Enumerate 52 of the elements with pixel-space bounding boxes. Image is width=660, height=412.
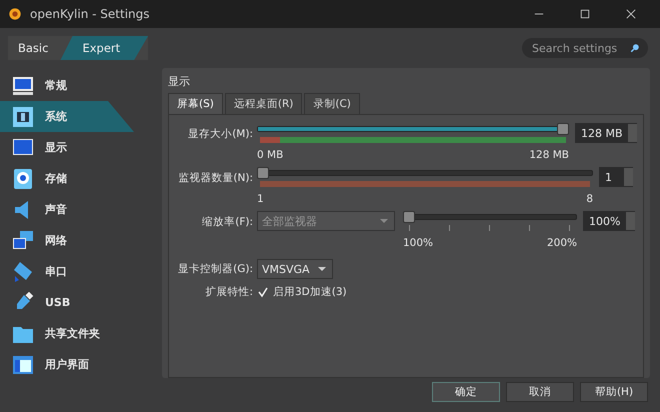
spin-box[interactable]: 100% xyxy=(583,211,635,231)
monitor-icon xyxy=(12,74,34,96)
search-field[interactable]: Search settings xyxy=(522,38,648,58)
slider-track[interactable] xyxy=(257,123,569,135)
dialog-button[interactable]: 确定 xyxy=(432,382,500,402)
dialog-button[interactable]: 取消 xyxy=(506,382,574,402)
caret-icon xyxy=(380,219,388,223)
max-label: 128 MB xyxy=(529,149,569,163)
mode-tab[interactable]: Basic xyxy=(8,36,60,60)
min-label: 100% xyxy=(403,237,434,251)
tab[interactable]: 远程桌面(R) xyxy=(224,93,302,114)
search-icon xyxy=(630,43,640,53)
sidebar-item[interactable]: 网络 xyxy=(0,225,160,256)
sidebar-item[interactable]: 常规 xyxy=(0,70,160,101)
spin-box[interactable]: 128 MB xyxy=(575,123,637,143)
field-label: 缩放率(F): xyxy=(201,215,254,229)
mode-tab[interactable]: Expert xyxy=(60,36,148,60)
field-label: 扩展特性: xyxy=(204,285,254,299)
field-label: 监视器数量(N): xyxy=(177,171,254,185)
sidebar-item[interactable]: 串口 xyxy=(0,256,160,287)
slider-track[interactable] xyxy=(403,211,577,223)
field-label: 显卡控制器(G): xyxy=(177,262,254,276)
sidebar-item[interactable]: 共享文件夹 xyxy=(0,318,160,349)
sidebar-item[interactable]: 用户界面 xyxy=(0,349,160,380)
window-title: openKylin - Settings xyxy=(30,7,150,21)
slider-thumb[interactable] xyxy=(257,167,269,179)
checkmark-icon xyxy=(257,286,269,298)
spin-box[interactable]: 1 xyxy=(599,167,633,187)
tab[interactable]: 录制(C) xyxy=(304,93,360,114)
section-title: 显示 xyxy=(168,74,191,89)
network-icon xyxy=(12,230,34,252)
slider-thumb[interactable] xyxy=(557,123,569,135)
slider-thumb[interactable] xyxy=(403,211,415,223)
field-label: 显存大小(M): xyxy=(187,127,254,141)
sidebar-item[interactable]: USB xyxy=(0,287,160,318)
min-label: 1 xyxy=(257,193,264,207)
close-icon[interactable] xyxy=(626,9,636,19)
min-label: 0 MB xyxy=(257,149,284,163)
sidebar-item[interactable]: 存储 xyxy=(0,163,160,194)
maximize-icon[interactable] xyxy=(580,9,590,19)
ui-icon xyxy=(12,354,34,376)
tab[interactable]: 屏幕(S) xyxy=(168,93,223,114)
max-label: 8 xyxy=(586,193,593,207)
controller-dropdown[interactable]: VMSVGA xyxy=(257,259,333,279)
caret-icon xyxy=(318,267,326,271)
sidebar-item[interactable]: 声音 xyxy=(0,194,160,225)
checkbox[interactable]: 启用3D加速(3) xyxy=(257,285,347,299)
dialog-button[interactable]: 帮助(H) xyxy=(580,382,648,402)
slider-track[interactable] xyxy=(257,167,593,179)
sidebar-item[interactable]: 显示 xyxy=(0,132,160,163)
chip-icon xyxy=(12,106,34,128)
max-label: 200% xyxy=(546,237,577,251)
